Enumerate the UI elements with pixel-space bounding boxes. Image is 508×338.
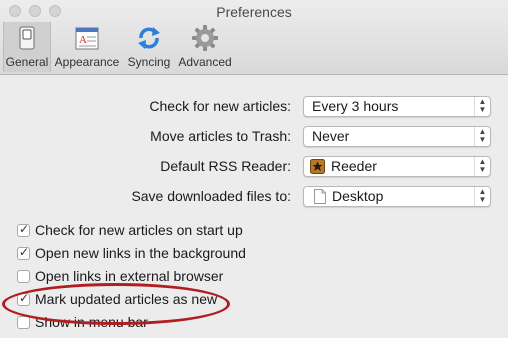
tab-advanced-label: Advanced xyxy=(178,55,232,69)
checkmark-icon: ✓ xyxy=(19,245,30,259)
appearance-icon: A xyxy=(75,27,99,50)
checkbox[interactable] xyxy=(17,270,30,283)
tab-syncing-label: Syncing xyxy=(127,55,171,69)
check-interval-value: Every 3 hours xyxy=(312,98,399,114)
trash-popup[interactable]: Never ▲ ▼ xyxy=(303,126,491,147)
background-links-checkbox[interactable]: ✓ Open new links in the background xyxy=(17,245,246,261)
tab-advanced[interactable]: Advanced xyxy=(176,22,234,72)
save-location-value: Desktop xyxy=(332,188,384,204)
checkbox-label: Open new links in the background xyxy=(35,245,246,261)
sync-icon xyxy=(138,27,160,49)
checkbox[interactable]: ✓ xyxy=(17,245,30,260)
chevron-updown-icon: ▲ ▼ xyxy=(474,187,490,206)
chevron-updown-icon: ▲ ▼ xyxy=(474,97,490,116)
annotation-ellipse xyxy=(2,283,230,325)
chevron-updown-icon: ▲ ▼ xyxy=(474,157,490,176)
check-interval-label: Check for new articles: xyxy=(149,98,291,114)
checkmark-icon: ✓ xyxy=(19,222,30,236)
reeder-app-icon xyxy=(310,159,325,174)
tab-general[interactable]: General xyxy=(3,22,51,72)
rss-reader-value: Reeder xyxy=(331,158,377,174)
window-title: Preferences xyxy=(216,4,292,20)
tab-appearance[interactable]: A Appearance xyxy=(53,22,121,72)
startup-check-checkbox[interactable]: ✓ Check for new articles on start up xyxy=(17,222,243,238)
title-bar: Preferences General A Appearance Syncing xyxy=(0,0,508,75)
tab-syncing[interactable]: Syncing xyxy=(124,22,174,72)
external-browser-checkbox[interactable]: Open links in external browser xyxy=(17,268,223,284)
chevron-updown-icon: ▲ ▼ xyxy=(474,127,490,146)
save-location-label: Save downloaded files to: xyxy=(131,188,291,204)
gear-icon xyxy=(192,25,218,51)
checkbox[interactable]: ✓ xyxy=(17,222,30,237)
save-location-popup[interactable]: Desktop ▲ ▼ xyxy=(303,186,491,207)
rss-reader-label: Default RSS Reader: xyxy=(160,158,291,174)
checkbox[interactable] xyxy=(17,316,30,329)
rss-reader-popup[interactable]: Reeder ▲ ▼ xyxy=(303,156,491,177)
checkbox-label: Open links in external browser xyxy=(35,268,224,284)
trash-value: Never xyxy=(312,128,350,144)
trash-label: Move articles to Trash: xyxy=(150,128,291,144)
tab-appearance-label: Appearance xyxy=(54,55,120,69)
checkbox-label: Check for new articles on start up xyxy=(35,222,243,238)
check-interval-popup[interactable]: Every 3 hours ▲ ▼ xyxy=(303,96,491,117)
tab-general-label: General xyxy=(5,55,49,69)
folder-icon xyxy=(314,189,326,204)
general-switch-icon xyxy=(19,26,35,50)
svg-text:A: A xyxy=(79,34,87,46)
